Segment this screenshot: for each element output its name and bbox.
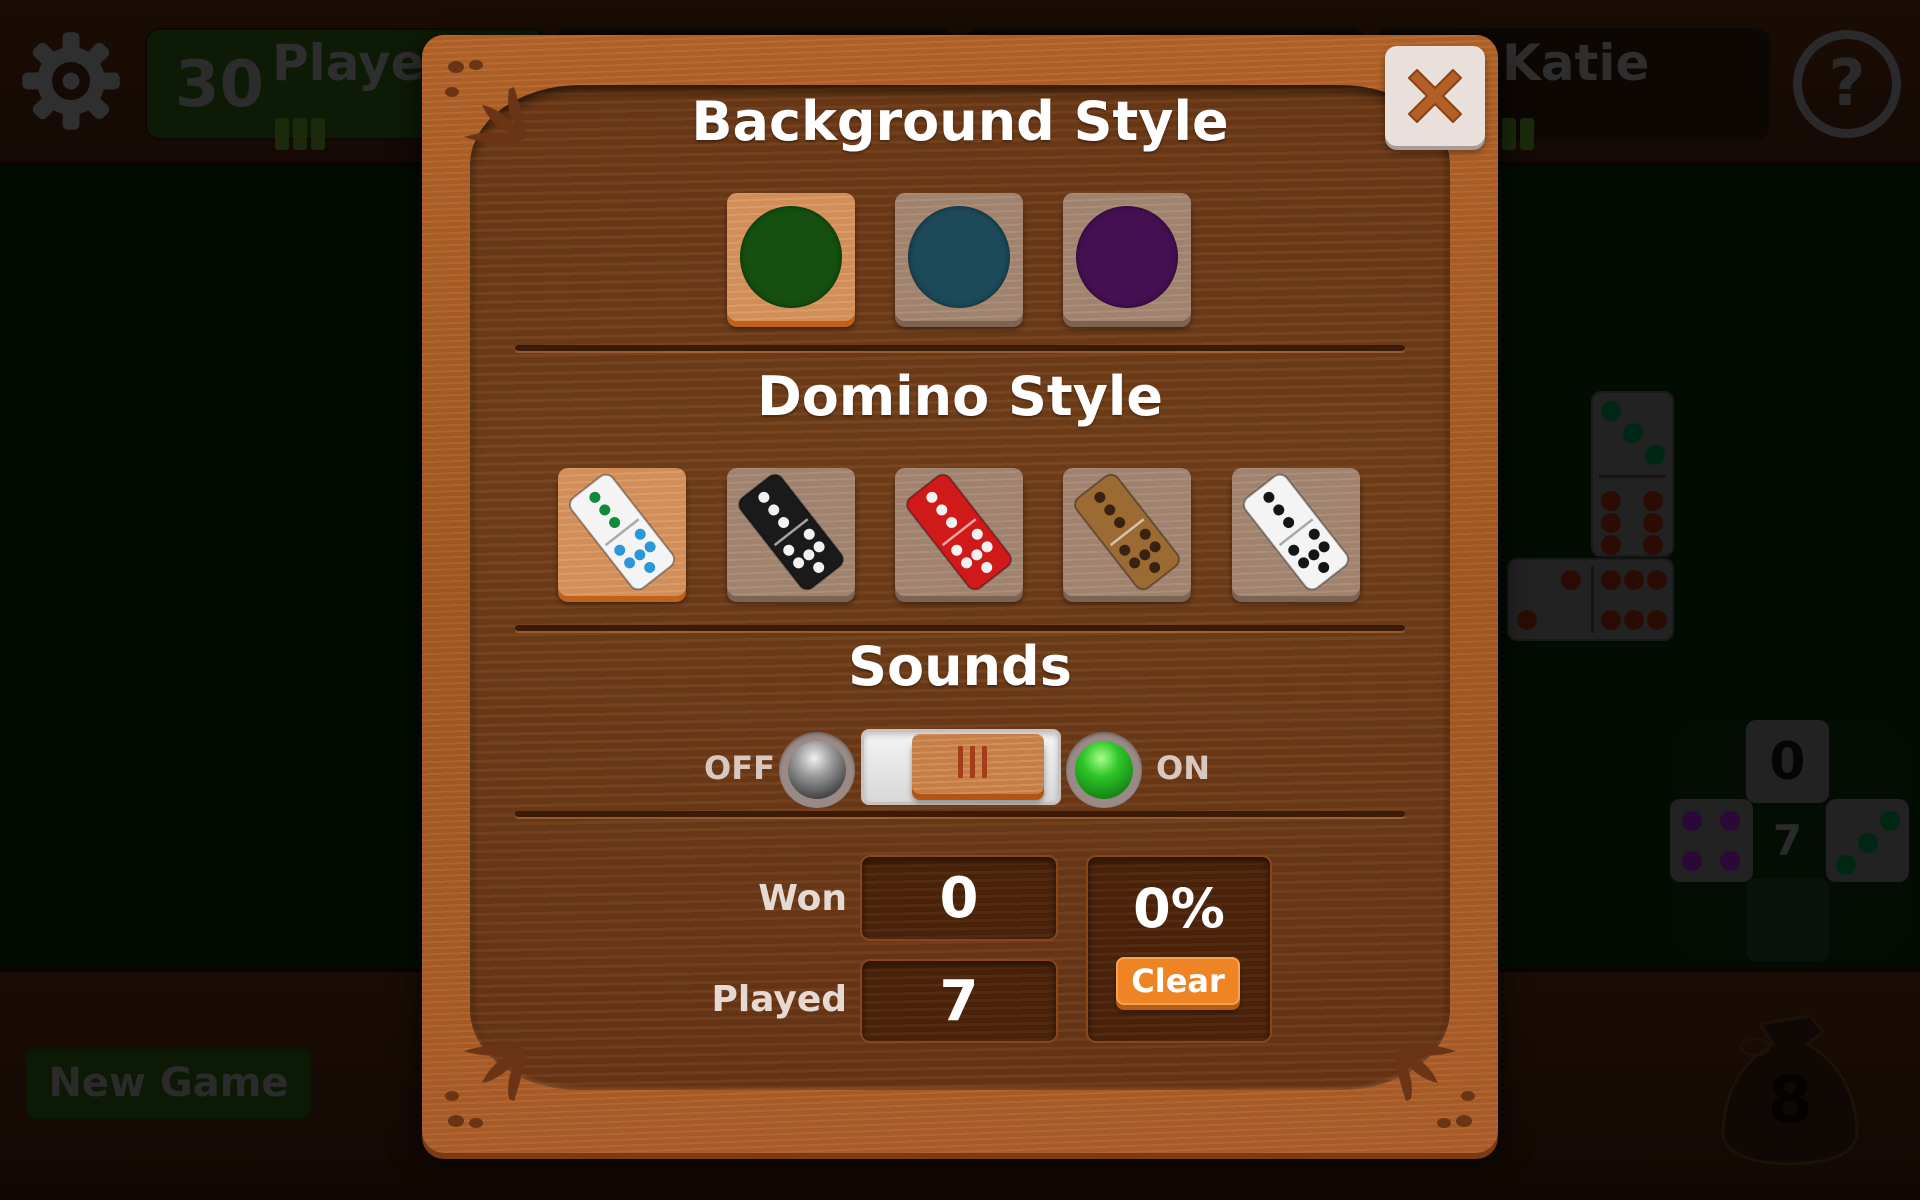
sound-on-label: ON bbox=[1156, 749, 1210, 787]
domino-option-wood[interactable] bbox=[1063, 468, 1191, 596]
draw-pad-left-die bbox=[1670, 799, 1753, 882]
tile-bar bbox=[293, 118, 307, 150]
player-score: 30 bbox=[175, 48, 265, 122]
question-circle-icon: ? bbox=[1828, 47, 1866, 121]
help-button[interactable]: ? bbox=[1793, 30, 1901, 138]
background-swatch bbox=[740, 206, 842, 308]
toggle-knob[interactable] bbox=[912, 734, 1044, 794]
domino-style-title: Domino Style bbox=[756, 365, 1164, 428]
player-tile-bars bbox=[1502, 118, 1534, 150]
sounds-title: Sounds bbox=[848, 635, 1072, 698]
won-value: 0 bbox=[860, 855, 1058, 941]
win-percent: 0% bbox=[1133, 877, 1225, 940]
board-domino bbox=[1591, 391, 1674, 557]
draw-pad-bottom bbox=[1746, 878, 1829, 961]
player-tile-bars bbox=[275, 118, 325, 150]
draw-pad-right-die bbox=[1826, 799, 1909, 882]
background-swatch bbox=[1076, 206, 1178, 308]
section-divider bbox=[515, 345, 1405, 351]
domino-option-white-black-pips[interactable] bbox=[1232, 468, 1360, 596]
played-value: 7 bbox=[860, 959, 1058, 1043]
settings-button[interactable] bbox=[18, 28, 124, 134]
played-label: Played bbox=[711, 979, 847, 1020]
sound-off-label: OFF bbox=[704, 749, 775, 787]
settings-dialog: Background Style Domino Style Sounds OFF… bbox=[422, 35, 1498, 1153]
new-game-button[interactable]: New Game bbox=[25, 1047, 312, 1119]
sound-on-indicator[interactable] bbox=[1066, 732, 1142, 808]
background-option-purple[interactable] bbox=[1063, 193, 1191, 321]
boneyard-button[interactable]: 8 bbox=[1715, 1002, 1865, 1172]
domino-option-red[interactable] bbox=[895, 468, 1023, 596]
board-domino bbox=[1507, 558, 1674, 641]
domino-icon bbox=[1243, 473, 1349, 591]
sound-toggle-row: OFF ON bbox=[422, 725, 1498, 815]
tile-bar bbox=[1520, 118, 1534, 150]
ornament-icon bbox=[445, 1045, 526, 1128]
clear-stats-button[interactable]: Clear bbox=[1116, 957, 1240, 1005]
background-option-green[interactable] bbox=[727, 193, 855, 321]
ornament-icon bbox=[1394, 1045, 1475, 1128]
player-name: Katie bbox=[1502, 34, 1650, 92]
domino-option-black[interactable] bbox=[727, 468, 855, 596]
section-divider bbox=[515, 811, 1405, 817]
domino-icon bbox=[906, 473, 1012, 591]
win-percent-panel: 0% Clear bbox=[1086, 855, 1272, 1043]
domino-icon bbox=[738, 473, 844, 591]
boneyard-count: 8 bbox=[1767, 1064, 1813, 1138]
tile-bar bbox=[275, 118, 289, 150]
gear-icon bbox=[22, 32, 120, 130]
sound-off-indicator[interactable] bbox=[779, 732, 855, 808]
sound-toggle-switch[interactable] bbox=[861, 729, 1061, 805]
background-style-title: Background Style bbox=[691, 90, 1229, 153]
draw-pad-center: 7 bbox=[1772, 816, 1803, 865]
background-option-teal[interactable] bbox=[895, 193, 1023, 321]
tile-bar bbox=[1502, 118, 1516, 150]
domino-option-white-colored-pips[interactable] bbox=[558, 468, 686, 596]
draw-pad: 0 7 bbox=[1670, 720, 1910, 961]
tile-bar bbox=[311, 118, 325, 150]
domino-icon bbox=[569, 473, 675, 591]
draw-pad-top: 0 bbox=[1746, 720, 1829, 803]
section-divider bbox=[515, 625, 1405, 631]
won-label: Won bbox=[758, 878, 847, 919]
background-swatch bbox=[908, 206, 1010, 308]
domino-icon bbox=[1074, 473, 1180, 591]
